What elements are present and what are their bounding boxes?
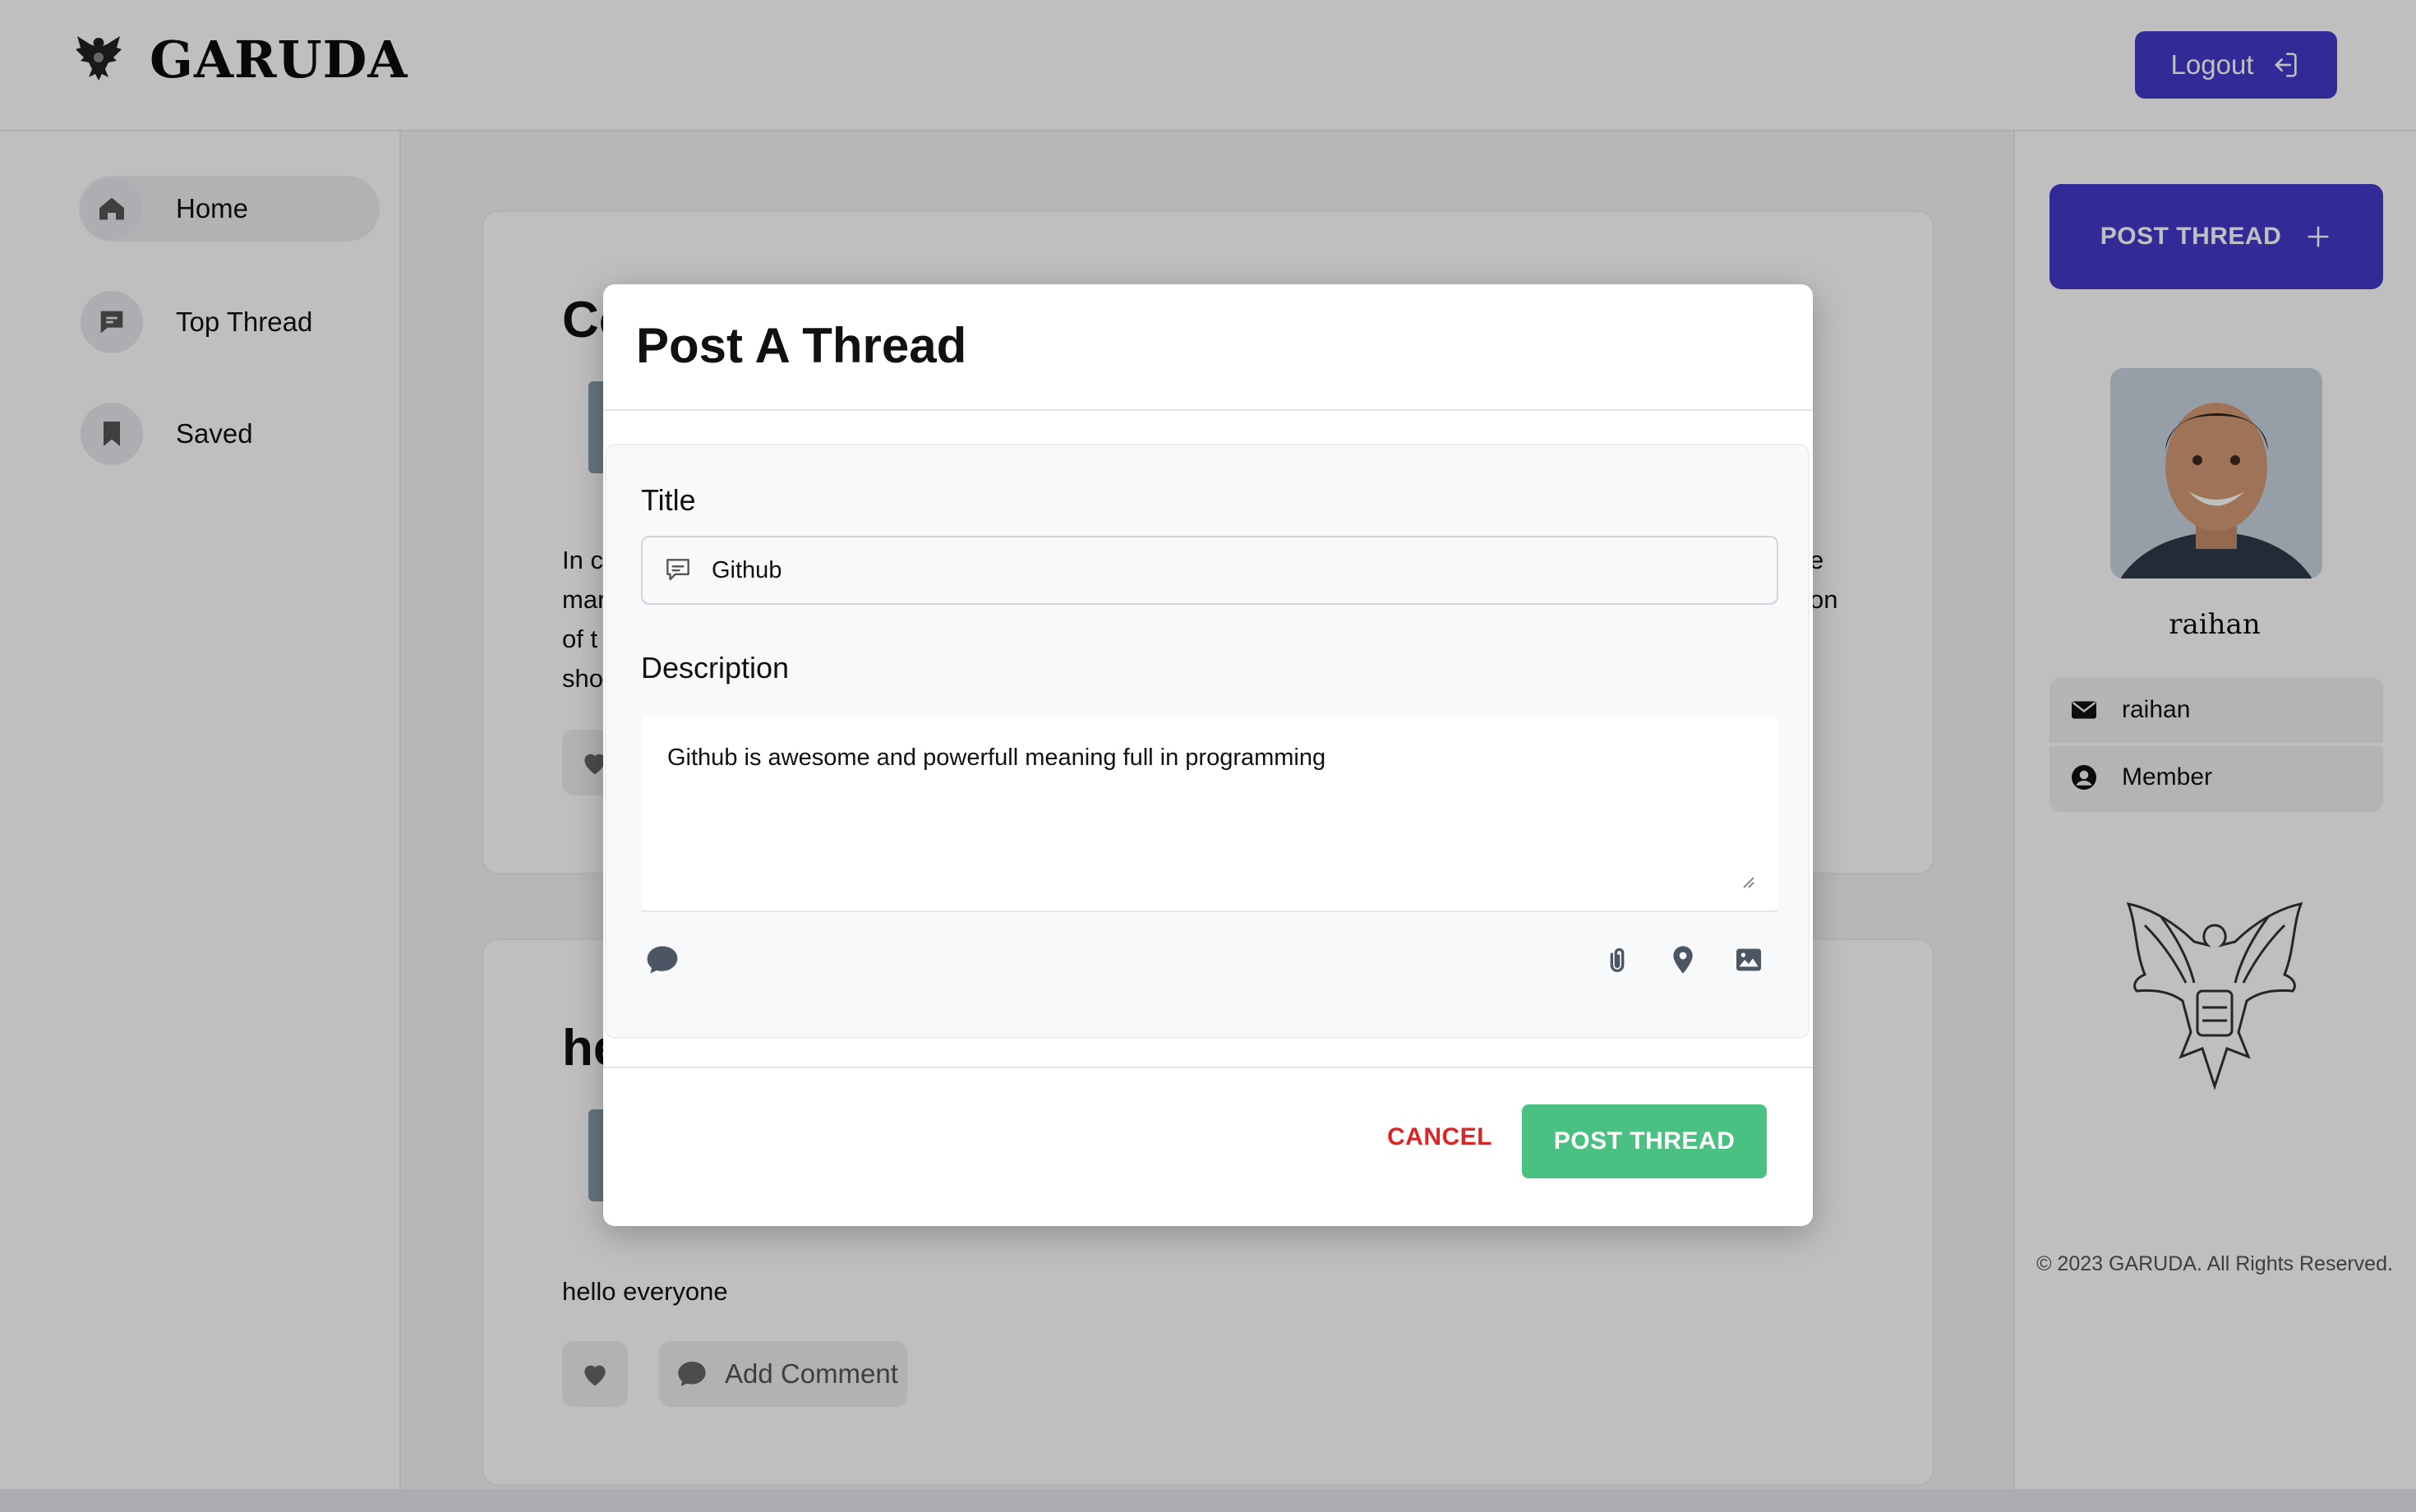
location-pin-icon[interactable]: [1663, 940, 1703, 980]
description-label: Description: [641, 651, 790, 685]
divider: [603, 1067, 1813, 1068]
chat-bubble-icon: [662, 555, 694, 586]
image-icon[interactable]: [1729, 940, 1768, 980]
submit-post-thread-button[interactable]: POST THREAD: [1522, 1104, 1767, 1178]
title-field[interactable]: [641, 536, 1778, 605]
cancel-button[interactable]: CANCEL: [1359, 1108, 1520, 1167]
divider: [641, 910, 1778, 912]
comment-tool-icon[interactable]: [643, 940, 682, 980]
modal-title: Post A Thread: [636, 318, 967, 373]
attachment-icon[interactable]: [1598, 940, 1637, 980]
resize-handle-icon[interactable]: [1741, 874, 1755, 889]
title-input[interactable]: [712, 556, 1739, 584]
description-input[interactable]: Github is awesome and powerfull meaning …: [667, 741, 1752, 886]
description-field[interactable]: Github is awesome and powerfull meaning …: [641, 717, 1778, 910]
post-thread-modal: Post A Thread Title Description Github i…: [603, 284, 1813, 1226]
thread-form: Title Description Github is awesome and …: [605, 444, 1810, 1039]
title-label: Title: [641, 483, 696, 517]
divider: [603, 409, 1813, 411]
